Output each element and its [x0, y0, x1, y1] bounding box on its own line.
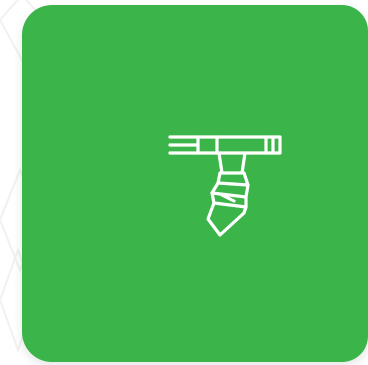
green-icon-tile[interactable]: [22, 5, 368, 362]
icon-tile-canvas: [0, 0, 368, 365]
pipe-leak-icon: [168, 135, 282, 237]
